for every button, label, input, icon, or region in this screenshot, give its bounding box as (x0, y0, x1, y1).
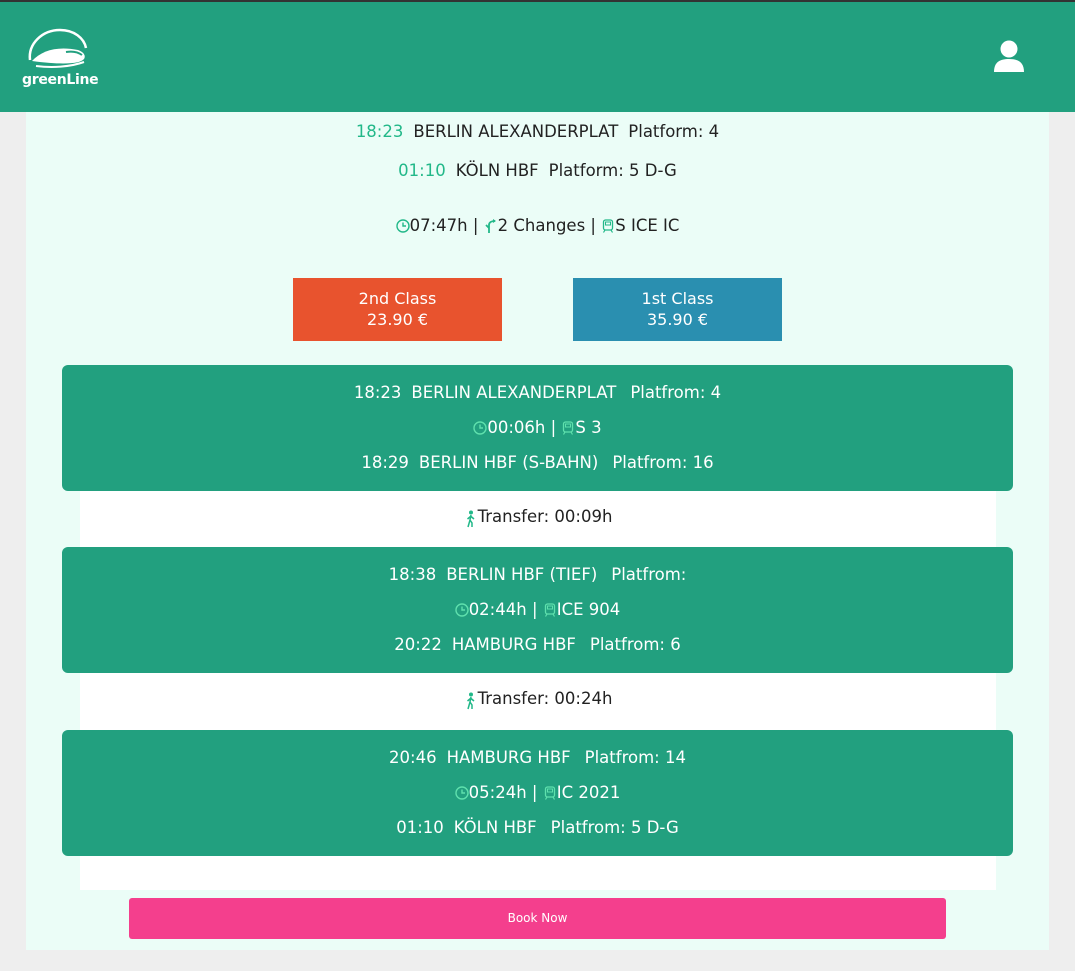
transfer-info: Transfer: 00:09h (80, 507, 996, 528)
transfer-text: Transfer: 00:09h (477, 507, 613, 526)
leg-arr-time: 01:10 (396, 818, 444, 837)
first-class-price: 35.90 € (646, 310, 709, 329)
leg-dep-station: BERLIN HBF (TIEF) (446, 565, 598, 584)
walking-icon (464, 510, 478, 528)
leg-departure: 20:46 HAMBURG HBF Platfrom: 14 (62, 748, 1013, 767)
leg-arr-time: 18:29 (361, 453, 409, 472)
profile-button[interactable] (992, 40, 1026, 74)
journey-leg[interactable]: 18:23 BERLIN ALEXANDERPLAT Platfrom: 4 00:… (62, 365, 1013, 491)
leg-train: S 3 (575, 418, 602, 437)
leg-dep-time: 18:23 (353, 383, 402, 402)
train-icon (543, 603, 557, 617)
transfer-text: Transfer: 00:24h (477, 689, 613, 708)
leg-dep-time: 18:38 (388, 565, 437, 584)
leg-arrival: 20:22 HAMBURG HBF Platfrom: 6 (62, 635, 1013, 654)
leg-departure: 18:23 BERLIN ALEXANDERPLAT Platfrom: 4 (62, 383, 1013, 402)
leg-dep-time: 20:46 (389, 748, 437, 767)
train-types: S ICE IC (615, 216, 680, 235)
leg-arrival: 01:10 KÖLN HBF Platfrom: 5 D-G (62, 818, 1013, 837)
changes-count: 2 Changes | (497, 216, 596, 235)
leg-arr-station: KÖLN HBF (453, 818, 537, 837)
departure-time: 18:23 (355, 122, 404, 141)
leg-dep-station: BERLIN ALEXANDERPLAT (411, 383, 617, 402)
leg-dep-station: HAMBURG HBF (446, 748, 571, 767)
total-duration: 07:47h | (409, 216, 479, 235)
summary-arrival: 01:10 KÖLN HBF Platform: 5 D-G (26, 161, 1049, 180)
train-icon (601, 219, 615, 233)
first-class-button[interactable]: 1st Class 35.90 € (573, 278, 782, 341)
arrival-platform: Platform: 5 D-G (548, 161, 677, 180)
second-class-button[interactable]: 2nd Class 23.90 € (293, 278, 502, 341)
clock-icon (395, 219, 410, 233)
leg-info: 02:44h | ICE 904 (62, 600, 1013, 619)
train-icon (561, 421, 575, 435)
departure-station: BERLIN ALEXANDERPLAT (413, 122, 619, 141)
train-icon (543, 786, 557, 800)
clock-icon (454, 786, 469, 800)
leg-arr-station: BERLIN HBF (S-BAHN) (418, 453, 599, 472)
walking-icon (464, 692, 478, 710)
book-now-button[interactable]: Book Now (129, 898, 946, 939)
leg-arr-platform: Platfrom: 16 (612, 453, 714, 472)
greenline-logo[interactable]: greenLine (22, 24, 99, 92)
second-class-label: 2nd Class (358, 289, 437, 308)
route-change-icon (484, 219, 498, 233)
app-header: greenLine (0, 2, 1075, 112)
leg-arrival: 18:29 BERLIN HBF (S-BAHN) Platfrom: 16 (62, 453, 1013, 472)
summary-departure: 18:23 BERLIN ALEXANDERPLAT Platform: 4 (26, 122, 1049, 141)
arrival-time: 01:10 (398, 161, 446, 180)
journey-leg[interactable]: 20:46 HAMBURG HBF Platfrom: 14 05:24h | IC… (62, 730, 1013, 856)
journey-panel: 18:23 BERLIN ALEXANDERPLAT Platform: 4 01:… (26, 112, 1049, 950)
user-icon (994, 40, 1024, 72)
leg-arr-platform: Platfrom: 6 (589, 635, 681, 654)
logo-text: greenLine (22, 72, 99, 88)
clock-icon (454, 603, 469, 617)
clock-icon (473, 421, 488, 435)
leg-arr-platform: Platfrom: 5 D-G (550, 818, 679, 837)
journey-meta: 07:47h | 2 Changes | S ICE IC (26, 216, 1049, 235)
leg-duration: 02:44h | (468, 600, 538, 619)
leg-dep-platform: Platfrom: (611, 565, 687, 584)
arrival-station: KÖLN HBF (455, 161, 539, 180)
leg-arr-station: HAMBURG HBF (451, 635, 576, 654)
transfer-info: Transfer: 00:24h (80, 689, 996, 710)
departure-platform: Platform: 4 (628, 122, 720, 141)
leg-train: ICE 904 (556, 600, 621, 619)
leg-duration: 00:06h | (487, 418, 557, 437)
leg-departure: 18:38 BERLIN HBF (TIEF) Platfrom: (62, 565, 1013, 584)
first-class-label: 1st Class (641, 289, 714, 308)
leg-arr-time: 20:22 (394, 635, 442, 654)
journey-leg[interactable]: 18:38 BERLIN HBF (TIEF) Platfrom: 02:44h |… (62, 547, 1013, 673)
leg-train: IC 2021 (556, 783, 621, 802)
leg-info: 05:24h | IC 2021 (62, 783, 1013, 802)
leg-duration: 05:24h | (468, 783, 538, 802)
second-class-price: 23.90 € (366, 310, 429, 329)
leg-dep-platform: Platfrom: 4 (630, 383, 722, 402)
leg-info: 00:06h | S 3 (62, 418, 1013, 437)
leg-dep-platform: Platfrom: 14 (584, 748, 686, 767)
train-logo-icon (28, 28, 88, 68)
